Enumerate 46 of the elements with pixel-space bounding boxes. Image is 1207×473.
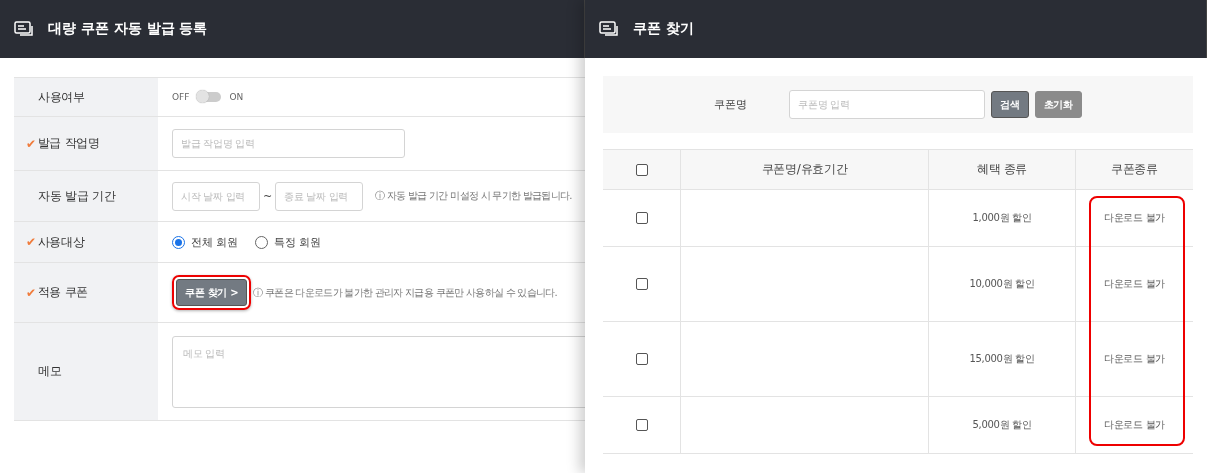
toggle-off-label: OFF [172, 92, 190, 102]
reset-button[interactable]: 초기화 [1034, 91, 1082, 118]
radio-label: 특정 회원 [273, 234, 321, 250]
hint-text: ⓘ 자동 발급 기간 미설정 시 무기한 발급됩니다. [375, 189, 572, 203]
list-window-icon [14, 21, 34, 37]
hint-text: ⓘ 쿠폰은 다운로드가 불가한 관리자 지급용 쿠폰만 사용하실 수 있습니다. [253, 285, 558, 300]
search-field[interactable]: 쿠폰명 입력 [789, 90, 986, 119]
checkbox[interactable] [635, 212, 648, 224]
field-label: 메모 [38, 363, 62, 380]
field-label: 사용여부 [38, 88, 85, 106]
date-field[interactable]: 시작 날짜 입력 [172, 181, 260, 211]
field-label: 발급 작업명 [37, 135, 100, 152]
panel-title: 대량 쿠폰 자동 발급 등록 [48, 20, 208, 38]
required-mark: ✔ [26, 136, 36, 151]
checkbox[interactable] [635, 163, 648, 176]
memo-field[interactable]: 메모 입력 [172, 335, 585, 408]
field-label: 자동 발급 기간 [38, 187, 116, 205]
checkbox[interactable] [635, 353, 648, 365]
table-cell: 1,000원 할인 [972, 211, 1032, 225]
radio-label: 전체 회원 [191, 234, 239, 250]
table-cell: 다운로드 불가 [1103, 211, 1166, 225]
column-header: 혜택 종류 [928, 150, 1075, 190]
table-cell: 10,000원 할인 [969, 277, 1035, 291]
table-cell: 다운로드 불가 [1103, 352, 1166, 366]
column-header: 쿠폰명/유효기간 [680, 150, 928, 190]
table-cell: 다운로드 불가 [1103, 277, 1166, 291]
field-label: 적용 쿠폰 [37, 284, 89, 301]
panel-title: 쿠폰 찾기 [633, 20, 694, 38]
search-button[interactable]: 검색 [991, 91, 1029, 118]
toggle-switch[interactable] [197, 92, 222, 102]
toggle-on-label: ON [229, 92, 244, 102]
table-cell: 15,000원 할인 [969, 352, 1035, 366]
required-mark: ✔ [26, 235, 36, 249]
input-field[interactable]: 발급 작업명 입력 [172, 129, 405, 158]
table-cell: 다운로드 불가 [1103, 418, 1166, 432]
table-cell: 5,000원 할인 [972, 418, 1032, 432]
field-label: 쿠폰명 [714, 97, 748, 112]
find-coupon-button[interactable]: 쿠폰 찾기 > [176, 279, 248, 306]
range-separator: ~ [263, 189, 273, 203]
list-window-icon [599, 21, 619, 37]
required-mark: ✔ [26, 285, 36, 300]
checkbox[interactable] [635, 419, 648, 431]
column-header: 쿠폰종류 [1075, 150, 1193, 190]
date-field[interactable]: 종료 날짜 입력 [275, 181, 364, 211]
checkbox[interactable] [635, 278, 648, 290]
field-label: 사용대상 [37, 233, 85, 251]
